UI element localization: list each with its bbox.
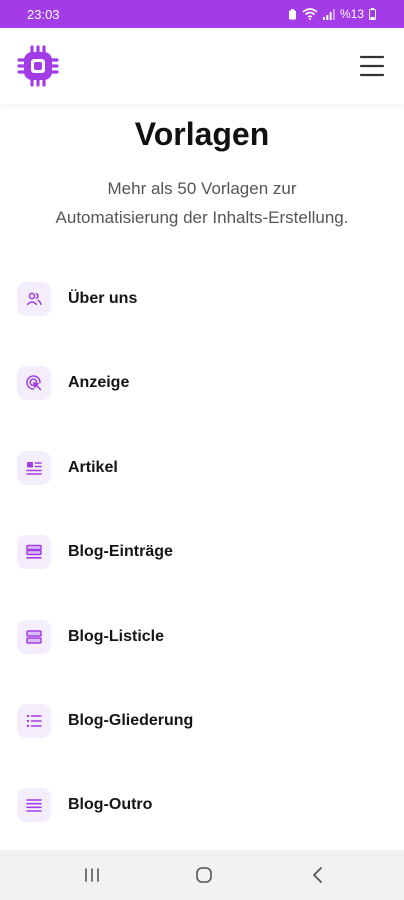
two-rows-icon — [17, 619, 51, 654]
bullet-list-icon — [17, 703, 51, 738]
status-time: 23:03 — [27, 6, 60, 22]
hamburger-menu-icon[interactable] — [358, 53, 386, 79]
template-item-artikel[interactable]: Artikel — [0, 425, 404, 509]
target-click-icon — [17, 366, 51, 401]
template-label: Über uns — [68, 290, 138, 307]
article-icon — [17, 450, 51, 485]
template-label: Blog-Listicle — [68, 627, 165, 645]
signal-icon — [322, 8, 335, 20]
page-subtitle: Mehr als 50 Vorlagen zur Automatisierung… — [0, 174, 404, 232]
template-item-blog-outro[interactable]: Blog-Outro — [0, 762, 404, 846]
battery-icon — [369, 8, 376, 20]
template-label: Anzeige — [68, 374, 130, 392]
subtitle-line-1: Mehr als 50 Vorlagen zur — [107, 179, 297, 198]
template-label: Blog-Gliederung — [68, 711, 194, 729]
home-icon[interactable] — [192, 864, 216, 886]
template-label: Blog-Outro — [68, 796, 153, 814]
app-header — [0, 28, 404, 104]
battery-percent: %13 — [339, 7, 364, 21]
template-item-blog-gliederung[interactable]: Blog-Gliederung — [0, 678, 404, 762]
status-icons: %13 — [288, 7, 376, 21]
template-label: Artikel — [68, 458, 118, 476]
template-item-blog-listicle[interactable]: Blog-Listicle — [0, 594, 404, 678]
template-label: Blog-Einträge — [68, 543, 173, 561]
battery-saver-icon — [288, 8, 297, 20]
template-list: Über uns Anzeige Artikel Blog-Einträge B… — [0, 256, 404, 847]
wifi-icon — [302, 8, 318, 20]
template-item-blog-eintraege[interactable]: Blog-Einträge — [0, 509, 404, 593]
back-icon[interactable] — [306, 864, 330, 886]
recents-icon[interactable] — [80, 864, 104, 886]
system-nav-bar — [0, 850, 404, 900]
chip-logo-icon[interactable] — [16, 44, 60, 88]
users-icon — [17, 282, 51, 316]
lines-icon — [17, 788, 51, 823]
stack-rows-icon — [17, 535, 51, 570]
page-title: Vorlagen — [134, 116, 270, 152]
subtitle-line-2: Automatisierung der Inhalts-Erstellung. — [55, 208, 349, 227]
template-item-anzeige[interactable]: Anzeige — [0, 340, 404, 424]
template-item-ueber-uns[interactable]: Über uns — [0, 256, 404, 340]
status-bar: 23:03 %13 — [0, 0, 404, 28]
